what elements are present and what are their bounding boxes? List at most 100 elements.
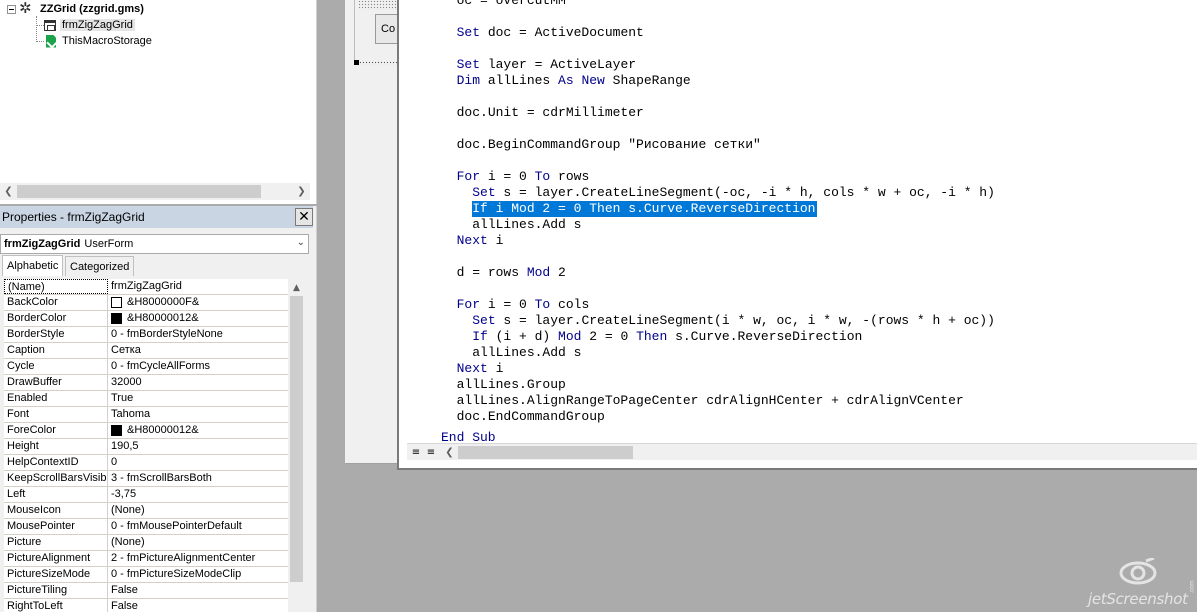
code-line-row[interactable] (441, 281, 1197, 297)
property-row[interactable]: Cycle 0 - fmCycleAllForms (4, 359, 288, 375)
property-row[interactable]: Height 190,5 (4, 439, 288, 455)
code-line-row[interactable] (441, 89, 1197, 105)
property-value[interactable]: (None) (108, 503, 288, 518)
scrollbar-thumb[interactable] (290, 296, 303, 582)
property-row[interactable]: Picture (None) (4, 535, 288, 551)
property-value[interactable]: 3 - fmScrollBarsBoth (108, 471, 288, 486)
scroll-right-icon[interactable]: ❯ (293, 183, 310, 200)
code-line-row[interactable]: Set layer = ActiveLayer (441, 57, 1197, 73)
code-line-row[interactable]: Next i (441, 233, 1197, 249)
property-value[interactable]: False (108, 599, 288, 612)
code-keyword: Dim (456, 73, 481, 88)
chevron-down-icon[interactable]: ⌄ (297, 237, 305, 248)
object-selector[interactable]: frmZigZagGrid UserForm ⌄ (0, 234, 309, 254)
property-row[interactable]: PictureTiling False (4, 583, 288, 599)
property-value[interactable]: &H80000012& (108, 311, 288, 326)
code-line-row[interactable]: Set s = layer.CreateLineSegment(-oc, -i … (441, 185, 1197, 201)
property-value[interactable]: False (108, 583, 288, 598)
code-line-row[interactable]: Set doc = ActiveDocument (441, 25, 1197, 41)
scroll-left-icon[interactable]: ❮ (0, 183, 17, 200)
code-text: doc.Unit = cdrMillimeter (456, 105, 644, 120)
scroll-up-icon[interactable]: ▲ (288, 279, 305, 296)
code-line-row[interactable]: allLines.AlignRangeToPageCenter cdrAlign… (441, 393, 1197, 409)
property-row[interactable]: PictureAlignment 2 - fmPictureAlignmentCe… (4, 551, 288, 567)
property-value[interactable]: 0 - fmCycleAllForms (108, 359, 288, 374)
property-value[interactable]: (None) (108, 535, 288, 550)
tab-categorized[interactable]: Categorized (65, 256, 135, 276)
code-line-row[interactable] (441, 153, 1197, 169)
property-row[interactable]: KeepScrollBarsVisible 3 - fmScrollBarsBot… (4, 471, 288, 487)
code-line-row[interactable]: d = rows Mod 2 (441, 265, 1197, 281)
property-row[interactable]: Left -3,75 (4, 487, 288, 503)
code-line-row[interactable] (441, 41, 1197, 57)
code-line-row[interactable]: Set s = layer.CreateLineSegment(i * w, o… (441, 313, 1197, 329)
code-line-row[interactable]: allLines.Add s (441, 217, 1197, 233)
property-value[interactable]: 0 (108, 455, 288, 470)
tree-item-frmzigzaggrid[interactable]: frmZigZagGrid (44, 17, 135, 33)
code-line-row[interactable]: oc = overcutMM (441, 0, 1197, 9)
property-row[interactable]: Caption Сетка (4, 343, 288, 359)
code-line-row[interactable] (441, 249, 1197, 265)
property-row[interactable]: HelpContextID 0 (4, 455, 288, 471)
tab-alphabetic[interactable]: Alphabetic (2, 255, 64, 276)
code-line-row[interactable]: allLines.Group (441, 377, 1197, 393)
close-button[interactable]: ✕ (295, 208, 313, 226)
property-value[interactable]: 190,5 (108, 439, 288, 454)
code-line-row[interactable]: Next i (441, 361, 1197, 377)
property-value[interactable]: Сетка (108, 343, 288, 358)
property-value-text: 2 - fmPictureAlignmentCenter (111, 552, 256, 564)
tree-item-project[interactable]: ZZGrid (zzgrid.gms) (7, 0, 146, 17)
code-line-row[interactable]: If (i + d) Mod 2 = 0 Then s.Curve.Revers… (441, 329, 1197, 345)
collapse-icon[interactable] (7, 4, 16, 14)
property-row[interactable]: DrawBuffer 32000 (4, 375, 288, 391)
property-value[interactable]: 0 - fmBorderStyleNone (108, 327, 288, 342)
code-line-row[interactable]: allLines.Add s (441, 345, 1197, 361)
full-module-view-icon[interactable]: ≡ (424, 445, 438, 459)
property-row[interactable]: RightToLeft False (4, 599, 288, 612)
property-value[interactable]: 2 - fmPictureAlignmentCenter (108, 551, 288, 566)
property-row[interactable]: Enabled True (4, 391, 288, 407)
scroll-left-icon[interactable]: ❮ (441, 444, 458, 461)
property-vscrollbar[interactable]: ▲ (288, 279, 305, 612)
code-line-row[interactable]: If i Mod 2 = 0 Then s.Curve.ReverseDirec… (441, 201, 1197, 217)
property-value-text: 190,5 (111, 440, 139, 452)
property-row[interactable]: PictureSizeMode 0 - fmPictureSizeModeClip (4, 567, 288, 583)
property-value[interactable]: 0 - fmPictureSizeModeClip (108, 567, 288, 582)
code-keyword: For (456, 297, 481, 312)
property-row[interactable]: BorderColor &H80000012& (4, 311, 288, 327)
code-line-row[interactable]: Dim allLines As New ShapeRange (441, 73, 1197, 89)
property-value[interactable]: Tahoma (108, 407, 288, 422)
tree-item-thismacrostorage[interactable]: ThisMacroStorage (46, 33, 154, 49)
code-line-row[interactable] (441, 121, 1197, 137)
code-editor[interactable]: oc = overcutMM Set doc = ActiveDocument … (441, 0, 1197, 445)
property-value[interactable]: frmZigZagGrid (108, 279, 288, 294)
code-line-row[interactable]: doc.Unit = cdrMillimeter (441, 105, 1197, 121)
property-value[interactable]: 32000 (108, 375, 288, 390)
code-line-row[interactable] (441, 9, 1197, 25)
property-value[interactable]: True (108, 391, 288, 406)
code-line: Set s = layer.CreateLineSegment(i * w, o… (472, 313, 995, 329)
property-value[interactable]: 0 - fmMousePointerDefault (108, 519, 288, 534)
property-value[interactable]: -3,75 (108, 487, 288, 502)
property-row[interactable]: BorderStyle 0 - fmBorderStyleNone (4, 327, 288, 343)
code-line-row[interactable]: For i = 0 To rows (441, 169, 1197, 185)
property-row[interactable]: BackColor &H8000000F& (4, 295, 288, 311)
code-window[interactable]: oc = overcutMM Set doc = ActiveDocument … (397, 0, 1197, 470)
property-row[interactable]: Font Tahoma (4, 407, 288, 423)
code-line-row[interactable]: End Sub (441, 425, 1197, 445)
code-hscrollbar[interactable]: ≡ ≡ ❮ (407, 443, 1197, 460)
procedure-view-icon[interactable]: ≡ (409, 445, 423, 459)
code-line-row[interactable]: doc.EndCommandGroup (441, 409, 1197, 425)
code-line-row[interactable]: For i = 0 To cols (441, 297, 1197, 313)
property-value[interactable]: &H8000000F& (108, 295, 288, 310)
property-row[interactable]: MouseIcon (None) (4, 503, 288, 519)
scrollbar-thumb[interactable] (17, 185, 261, 198)
property-value[interactable]: &H80000012& (108, 423, 288, 438)
property-row[interactable]: (Name) frmZigZagGrid (4, 279, 288, 295)
code-line-row[interactable]: doc.BeginCommandGroup "Рисование сетки" (441, 137, 1197, 153)
property-row[interactable]: MousePointer 0 - fmMousePointerDefault (4, 519, 288, 535)
project-hscrollbar[interactable]: ❮ ❯ (0, 183, 310, 200)
scrollbar-thumb[interactable] (458, 446, 633, 459)
property-row[interactable]: ForeColor &H80000012& (4, 423, 288, 439)
